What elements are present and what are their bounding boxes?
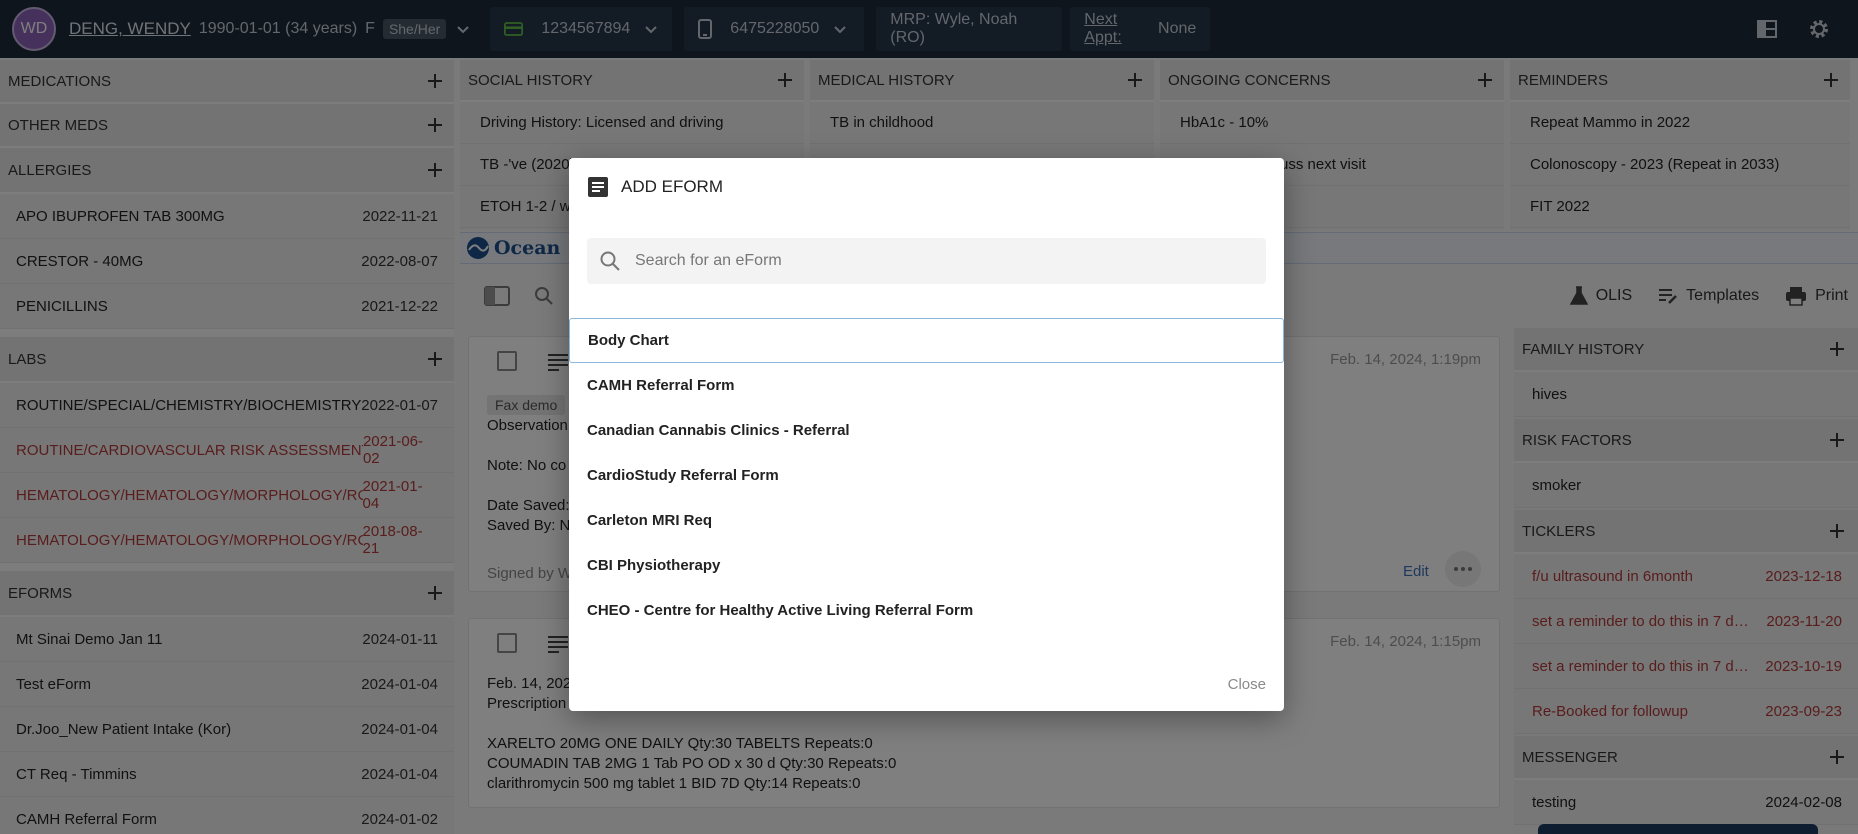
dialog-title-text: ADD EFORM [621,177,723,196]
eform-option[interactable]: Carleton MRI Req [569,498,1284,543]
eform-option[interactable]: CBI Physiotherapy [569,543,1284,588]
dialog-title: ADD EFORM [587,176,723,198]
eform-search-input[interactable] [635,252,1235,270]
eform-option[interactable]: Canadian Cannabis Clinics - Referral [569,408,1284,453]
add-eform-dialog: ADD EFORM Body Chart CAMH Referral Form … [569,158,1284,711]
eform-option[interactable]: CardioStudy Referral Form [569,453,1284,498]
eform-list: Body Chart CAMH Referral Form Canadian C… [569,318,1284,633]
eform-option[interactable]: Body Chart [569,318,1284,363]
eform-search-box[interactable] [587,238,1266,284]
close-button[interactable]: Close [1228,676,1266,693]
eform-option[interactable]: CAMH Referral Form [569,363,1284,408]
eform-option[interactable]: CHEO - Centre for Healthy Active Living … [569,588,1284,633]
document-icon [588,177,608,197]
search-icon [600,251,620,271]
